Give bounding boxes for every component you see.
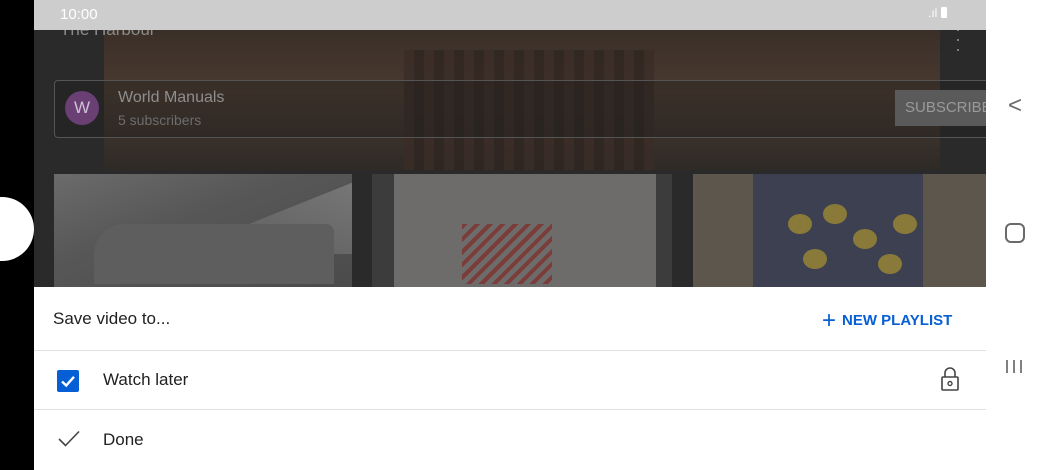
battery-icon bbox=[941, 7, 948, 18]
video-thumbnail bbox=[372, 174, 672, 287]
clock: 10:00 bbox=[60, 6, 98, 23]
signal-icon: .ıl bbox=[928, 6, 938, 20]
done-label: Done bbox=[103, 430, 144, 449]
video-thumbnail bbox=[693, 174, 986, 287]
recents-button[interactable]: III bbox=[986, 357, 1044, 378]
plus-icon: + bbox=[822, 307, 837, 334]
new-playlist-label: NEW PLAYLIST bbox=[842, 312, 953, 329]
lock-icon bbox=[940, 366, 960, 397]
sheet-header: Save video to... + NEW PLAYLIST bbox=[34, 287, 986, 351]
navigation-bar: < III bbox=[986, 0, 1044, 470]
back-button[interactable]: < bbox=[986, 92, 1044, 120]
channel-card: W World Manuals 5 subscribers SUBSCRIBE bbox=[54, 80, 986, 138]
channel-name: World Manuals bbox=[118, 89, 225, 106]
save-to-playlist-sheet: Save video to... + NEW PLAYLIST Watch lat… bbox=[34, 287, 986, 470]
sheet-title: Save video to... bbox=[53, 309, 171, 328]
avatar: W bbox=[65, 91, 99, 125]
subscribe-button: SUBSCRIBE bbox=[895, 90, 986, 126]
checkmark-icon bbox=[58, 430, 80, 453]
new-playlist-button[interactable]: + NEW PLAYLIST bbox=[822, 307, 952, 335]
subscriber-count: 5 subscribers bbox=[118, 112, 202, 128]
watch-later-checkbox[interactable] bbox=[57, 370, 79, 392]
video-thumbnail bbox=[54, 174, 352, 287]
status-bar: 10:00 .ıl bbox=[0, 0, 986, 30]
done-button[interactable]: Done bbox=[34, 410, 986, 470]
playlist-label: Watch later bbox=[103, 370, 189, 389]
home-button[interactable] bbox=[986, 223, 1044, 248]
status-icons: .ıl bbox=[928, 6, 948, 20]
home-icon bbox=[1005, 223, 1025, 243]
playlist-row-watch-later[interactable]: Watch later bbox=[34, 351, 986, 410]
screen: The Harbour ··· W World Manuals 5 subscr… bbox=[0, 0, 1044, 470]
